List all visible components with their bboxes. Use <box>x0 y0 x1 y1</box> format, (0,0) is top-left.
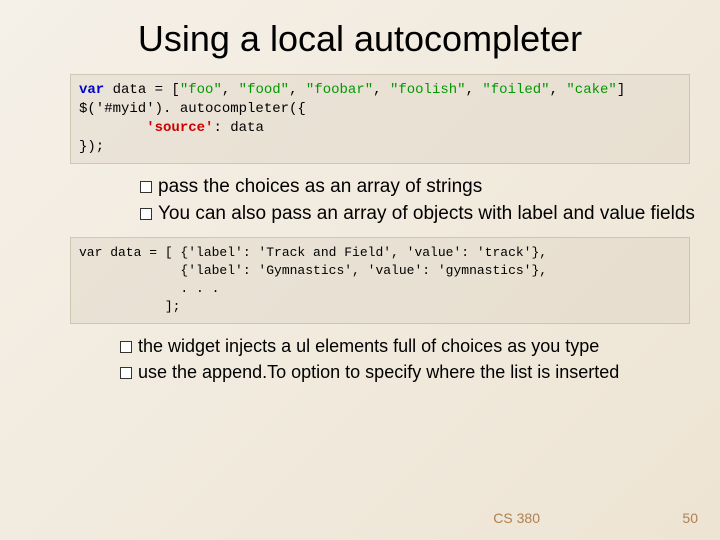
string-literal: "foolish" <box>390 82 466 98</box>
bullet-item: pass the choices as an array of strings <box>140 174 720 200</box>
code-text: , <box>289 82 306 98</box>
checkbox-icon <box>120 367 132 379</box>
code-text: ] <box>617 82 625 98</box>
bullet-item: the widget injects a ul elements full of… <box>120 334 720 358</box>
bullet-list-1: pass the choices as an array of strings … <box>140 174 720 227</box>
code-text: , <box>466 82 483 98</box>
bullet-list-2: the widget injects a ul elements full of… <box>120 334 720 385</box>
string-literal: "food" <box>239 82 289 98</box>
string-literal: "foiled" <box>482 82 549 98</box>
bullet-text: You can also pass an array of objects wi… <box>158 203 695 224</box>
code-text: : data <box>213 120 263 136</box>
checkbox-icon <box>140 181 152 193</box>
code-text: : 'Track and Field', <box>243 245 407 260</box>
object-key: 'label' <box>188 245 243 260</box>
page-number: 50 <box>682 510 698 526</box>
bullet-item: use the append.To option to specify wher… <box>120 360 720 384</box>
object-key: 'value' <box>368 263 423 278</box>
code-text: : 'Gymnastics', <box>243 263 368 278</box>
object-key: 'label' <box>188 263 243 278</box>
code-text: { <box>79 263 188 278</box>
string-literal: "foobar" <box>306 82 373 98</box>
code-text: , <box>222 82 239 98</box>
code-text: : 'gymnastics'}, <box>422 263 547 278</box>
code-block-2: var data = [ {'label': 'Track and Field'… <box>70 237 690 324</box>
code-text: data = [ <box>104 82 180 98</box>
checkbox-icon <box>120 341 132 353</box>
slide-title: Using a local autocompleter <box>0 0 720 70</box>
code-text: , <box>373 82 390 98</box>
code-text: . . . <box>79 281 219 296</box>
bullet-item: You can also pass an array of objects wi… <box>140 201 720 227</box>
code-text: , <box>550 82 567 98</box>
bullet-text: pass the choices as an array of strings <box>158 176 482 197</box>
string-literal: "foo" <box>180 82 222 98</box>
keyword-var: var <box>79 82 104 98</box>
code-text: ]; <box>79 299 180 314</box>
code-text: : 'track'}, <box>461 245 547 260</box>
bullet-text: use the append.To option to specify wher… <box>138 362 619 382</box>
object-key: 'source' <box>146 120 213 136</box>
string-literal: "cake" <box>566 82 616 98</box>
code-text: $('#myid'). autocompleter({ <box>79 101 306 117</box>
code-text: }); <box>79 139 104 155</box>
bullet-text: the widget injects a ul elements full of… <box>138 336 599 356</box>
object-key: 'value' <box>407 245 462 260</box>
footer-course: CS 380 <box>493 510 540 526</box>
code-text: var data = [ { <box>79 245 188 260</box>
code-text <box>79 120 146 136</box>
checkbox-icon <box>140 208 152 220</box>
code-block-1: var data = ["foo", "food", "foobar", "fo… <box>70 74 690 164</box>
